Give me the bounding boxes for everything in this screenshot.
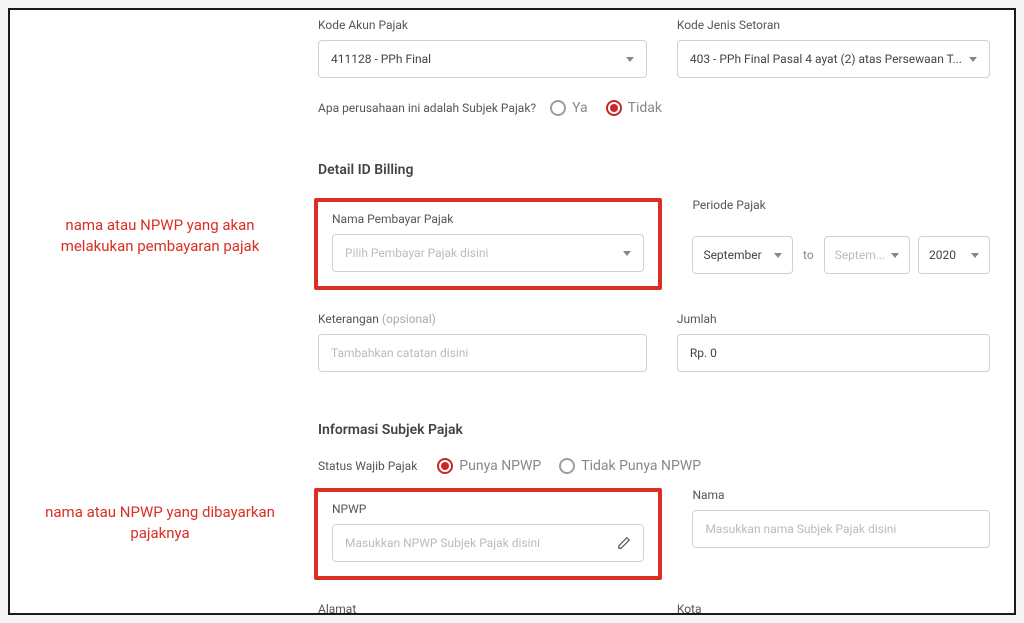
kode-akun-select[interactable]: 411128 - PPh Final: [318, 40, 647, 78]
status-label: Status Wajib Pajak: [318, 459, 417, 473]
radio-tidak[interactable]: Tidak: [606, 100, 662, 116]
periode-to-word: to: [801, 248, 816, 262]
nama-label: Nama: [692, 488, 990, 502]
jumlah-label: Jumlah: [677, 312, 990, 326]
content-row: nama atau NPWP yang akan melakukan pemba…: [10, 10, 1014, 613]
subjek-question: Apa perusahaan ini adalah Subjek Pajak?: [318, 101, 536, 115]
radio-circle-icon: [559, 458, 575, 474]
radio-tidak-punya-npwp[interactable]: Tidak Punya NPWP: [559, 458, 701, 474]
caret-down-icon: [623, 251, 631, 256]
annotation-sidebar: nama atau NPWP yang akan melakukan pemba…: [10, 10, 310, 613]
jumlah-value: Rp. 0: [690, 346, 717, 360]
kode-akun-label: Kode Akun Pajak: [318, 18, 647, 32]
radio-punya-npwp[interactable]: Punya NPWP: [437, 458, 541, 474]
radio-tidak-label: Tidak: [628, 100, 662, 116]
periode-from-value: September: [703, 248, 761, 262]
npwp-label: NPWP: [332, 502, 644, 516]
radio-circle-icon: [437, 458, 453, 474]
radio-tidak-punya-label: Tidak Punya NPWP: [581, 458, 701, 474]
nama-pembayar-placeholder: Pilih Pembayar Pajak disini: [345, 246, 488, 260]
keterangan-label: Keterangan (opsional): [318, 312, 647, 326]
keterangan-input[interactable]: Tambahkan catatan disini: [318, 334, 647, 372]
nama-pembayar-label: Nama Pembayar Pajak: [332, 212, 644, 226]
detail-title: Detail ID Billing: [318, 162, 990, 178]
informasi-title: Informasi Subjek Pajak: [318, 422, 990, 438]
alamat-label: Alamat: [318, 602, 647, 615]
radio-ya-label: Ya: [572, 100, 588, 116]
keterangan-label-text: Keterangan: [318, 312, 379, 326]
radio-circle-icon: [550, 100, 566, 116]
kota-label: Kota: [677, 602, 990, 615]
jumlah-input[interactable]: Rp. 0: [677, 334, 990, 372]
radio-ya[interactable]: Ya: [550, 100, 588, 116]
kode-akun-value: 411128 - PPh Final: [331, 52, 431, 66]
radio-circle-icon: [606, 100, 622, 116]
npwp-placeholder: Masukkan NPWP Subjek Pajak disini: [345, 536, 540, 550]
caret-down-icon: [969, 57, 977, 62]
keterangan-placeholder: Tambahkan catatan disini: [331, 346, 468, 360]
periode-to-select[interactable]: Septem...: [824, 236, 910, 274]
highlight-nama-pembayar: Nama Pembayar Pajak Pilih Pembayar Pajak…: [314, 198, 662, 290]
periode-label: Periode Pajak: [692, 198, 990, 212]
main-form: Kode Akun Pajak 411128 - PPh Final Kode …: [310, 10, 1014, 613]
annotation-bottom: nama atau NPWP yang dibayarkan pajaknya: [30, 502, 290, 544]
caret-down-icon: [891, 253, 899, 258]
nama-input[interactable]: Masukkan nama Subjek Pajak disini: [692, 510, 990, 548]
nama-pembayar-select[interactable]: Pilih Pembayar Pajak disini: [332, 234, 644, 272]
periode-to-value: Septem...: [835, 248, 886, 262]
kode-jenis-label: Kode Jenis Setoran: [677, 18, 990, 32]
caret-down-icon: [626, 57, 634, 62]
keterangan-optional: (opsional): [382, 312, 436, 326]
radio-punya-label: Punya NPWP: [459, 458, 541, 474]
caret-down-icon: [971, 253, 979, 258]
periode-year-value: 2020: [929, 248, 956, 262]
pencil-icon: [617, 536, 631, 550]
annotation-top: nama atau NPWP yang akan melakukan pemba…: [30, 215, 290, 257]
page-frame: nama atau NPWP yang akan melakukan pemba…: [8, 8, 1016, 615]
highlight-npwp: NPWP Masukkan NPWP Subjek Pajak disini: [314, 488, 662, 580]
kode-jenis-select[interactable]: 403 - PPh Final Pasal 4 ayat (2) atas Pe…: [677, 40, 990, 78]
periode-year-select[interactable]: 2020: [918, 236, 990, 274]
periode-from-select[interactable]: September: [692, 236, 793, 274]
nama-placeholder: Masukkan nama Subjek Pajak disini: [705, 522, 896, 536]
npwp-input[interactable]: Masukkan NPWP Subjek Pajak disini: [332, 524, 644, 562]
kode-jenis-value: 403 - PPh Final Pasal 4 ayat (2) atas Pe…: [690, 52, 962, 66]
caret-down-icon: [774, 253, 782, 258]
